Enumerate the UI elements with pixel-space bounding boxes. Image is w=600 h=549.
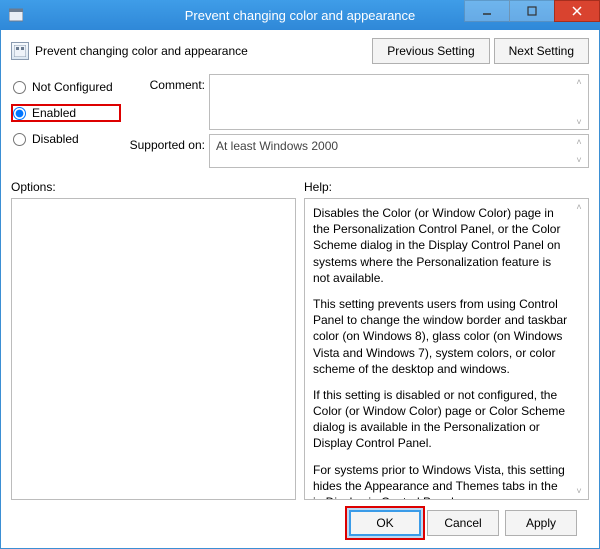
title-bar: Prevent changing color and appearance	[0, 0, 600, 30]
radio-disabled-input[interactable]	[13, 133, 26, 146]
state-radio-group: Not Configured Enabled Disabled	[11, 74, 121, 156]
header-row: Prevent changing color and appearance Pr…	[1, 30, 599, 68]
options-label: Options:	[11, 180, 296, 194]
window-controls	[464, 0, 600, 30]
radio-not-configured[interactable]: Not Configured	[11, 78, 121, 96]
ok-button[interactable]: OK	[349, 510, 421, 536]
help-paragraph: Disables the Color (or Window Color) pag…	[313, 205, 568, 286]
supported-textbox: At least Windows 2000 ˄˅	[209, 134, 589, 168]
client-area: Prevent changing color and appearance Pr…	[0, 30, 600, 549]
comment-scroll: ˄˅	[572, 77, 586, 127]
caret-down-icon: ˅	[572, 485, 586, 497]
policy-icon	[11, 42, 29, 60]
help-scroll: ˄˅	[572, 201, 586, 497]
help-paragraph: This setting prevents users from using C…	[313, 296, 568, 377]
maximize-button[interactable]	[509, 0, 555, 22]
next-setting-button[interactable]: Next Setting	[494, 38, 589, 64]
comment-label: Comment:	[129, 74, 209, 92]
dialog-button-row: OK Cancel Apply	[11, 500, 589, 548]
radio-disabled-label: Disabled	[32, 132, 79, 146]
caret-down-icon: ˅	[572, 117, 586, 127]
comment-textbox[interactable]: ˄˅	[209, 74, 589, 130]
radio-not-configured-input[interactable]	[13, 81, 26, 94]
previous-setting-button[interactable]: Previous Setting	[372, 38, 489, 64]
window-sysicon	[8, 7, 24, 23]
radio-enabled-input[interactable]	[13, 107, 26, 120]
radio-disabled[interactable]: Disabled	[11, 130, 121, 148]
help-panel: Disables the Color (or Window Color) pag…	[304, 198, 589, 500]
cancel-button[interactable]: Cancel	[427, 510, 499, 536]
help-paragraph: If this setting is disabled or not confi…	[313, 387, 568, 452]
options-panel[interactable]	[11, 198, 296, 500]
caret-up-icon: ˄	[572, 201, 586, 213]
setting-name: Prevent changing color and appearance	[35, 44, 248, 58]
radio-not-configured-label: Not Configured	[32, 80, 113, 94]
caret-down-icon: ˅	[572, 155, 586, 165]
minimize-button[interactable]	[464, 0, 510, 22]
supported-label: Supported on:	[129, 134, 209, 152]
caret-up-icon: ˄	[572, 137, 586, 147]
radio-enabled[interactable]: Enabled	[11, 104, 121, 122]
help-label: Help:	[304, 180, 589, 194]
close-button[interactable]	[554, 0, 600, 22]
caret-up-icon: ˄	[572, 77, 586, 87]
supported-value: At least Windows 2000	[216, 139, 338, 153]
radio-enabled-label: Enabled	[32, 106, 76, 120]
supported-scroll: ˄˅	[572, 137, 586, 165]
apply-button[interactable]: Apply	[505, 510, 577, 536]
help-paragraph: For systems prior to Windows Vista, this…	[313, 462, 568, 500]
